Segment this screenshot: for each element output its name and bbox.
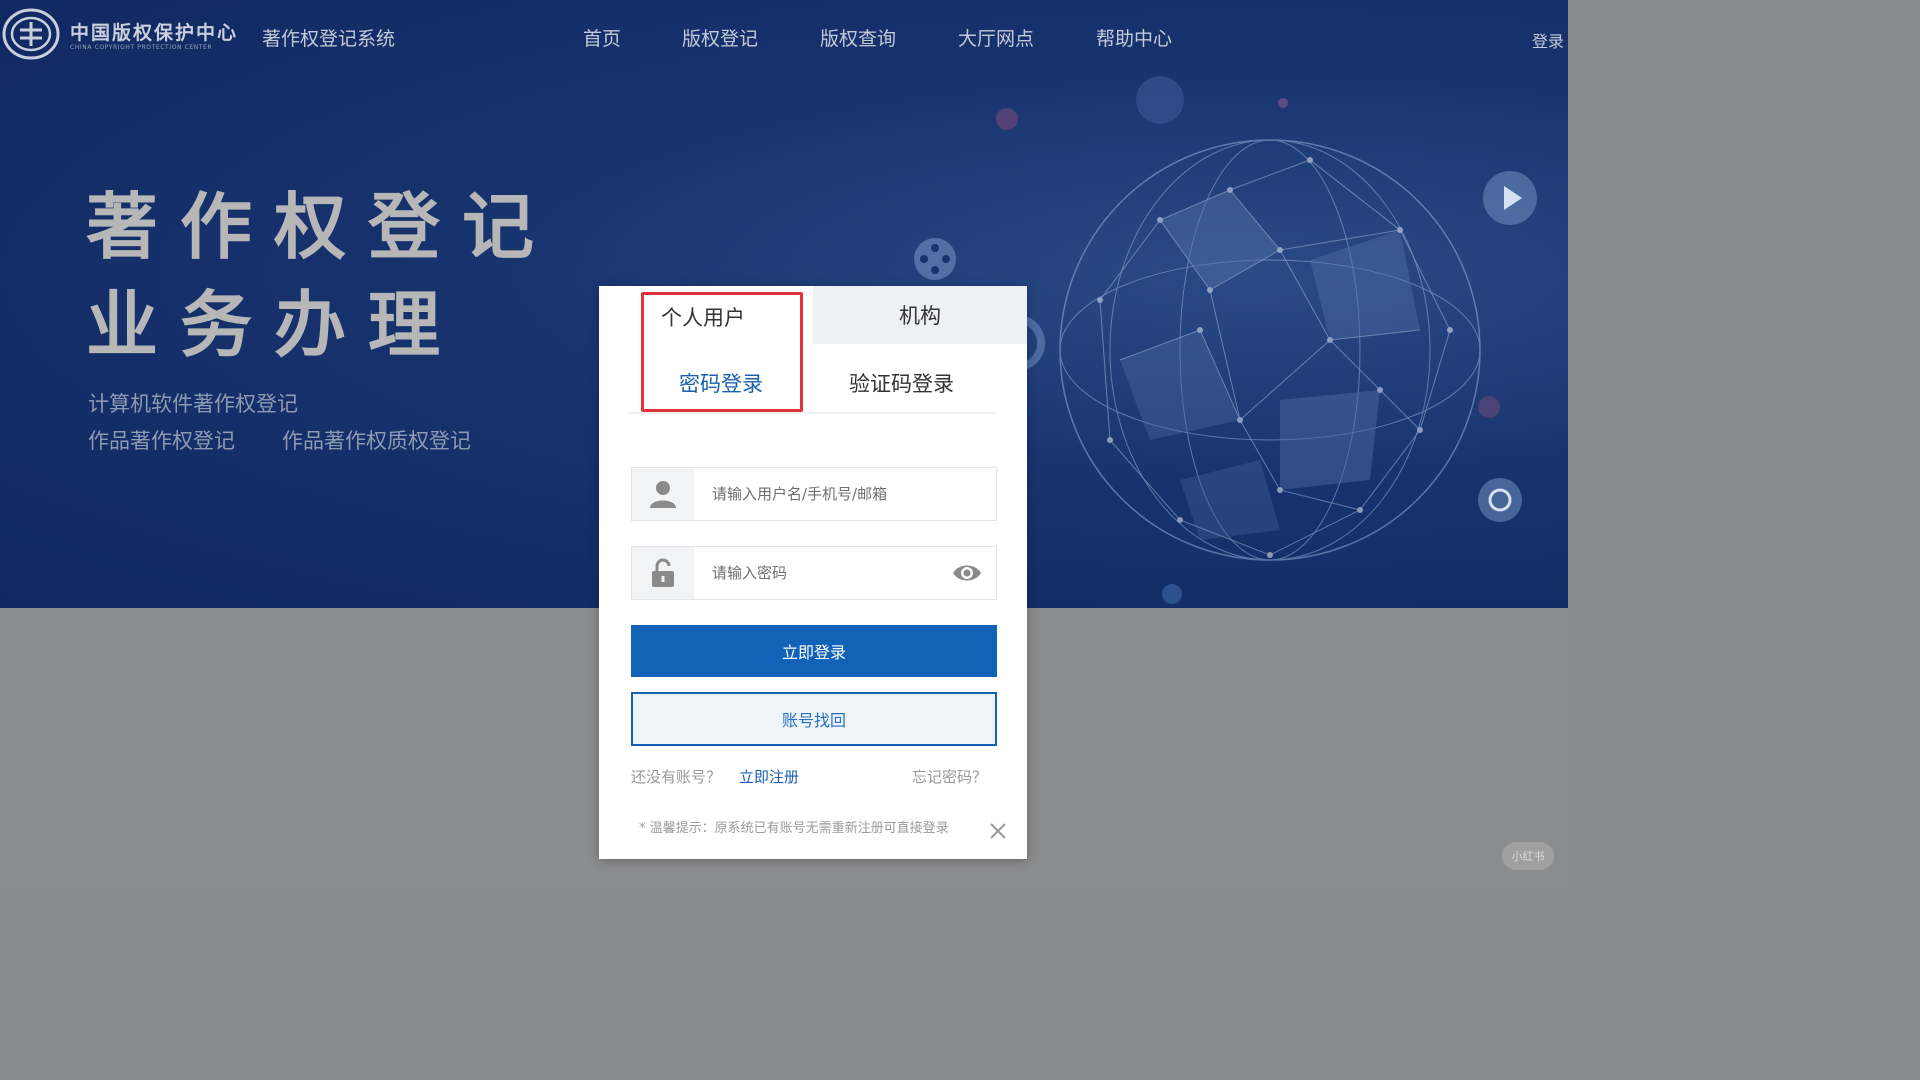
deco-bubble — [996, 108, 1018, 130]
tab-code-login[interactable]: 验证码登录 — [849, 368, 954, 398]
system-name: 著作权登记系统 — [262, 28, 396, 50]
deco-bubble — [1278, 98, 1288, 108]
account-recovery-button[interactable]: 账号找回 — [631, 692, 997, 746]
hero-title-line2: 业务办理 — [86, 283, 463, 367]
nav-home[interactable]: 首页 — [583, 24, 621, 51]
hero-service-pledge: 作品著作权质权登记 — [282, 429, 471, 453]
watermark-badge: 小红书 — [1502, 842, 1554, 870]
password-input[interactable] — [696, 547, 956, 599]
hero-title-line1: 著作权登记 — [86, 185, 557, 269]
close-icon[interactable] — [989, 822, 1007, 840]
tab-organization[interactable]: 机构 — [813, 286, 1027, 344]
header-login-link[interactable]: 登录 — [1532, 28, 1564, 52]
top-navigation: 中国版权保护中心 CHINA COPYRIGHT PROTECTION CENT… — [0, 0, 1568, 72]
globe-network-graphic — [1059, 139, 1481, 561]
login-tip: * 温馨提示：原系统已有账号无需重新注册可直接登录 — [639, 821, 949, 836]
no-account-text: 还没有账号？ — [631, 768, 722, 786]
logo-text: 中国版权保护中心 — [70, 22, 239, 44]
music-disc-icon — [1478, 478, 1522, 522]
logo-subtext: CHINA COPYRIGHT PROTECTION CENTER — [70, 44, 213, 51]
film-reel-icon — [914, 238, 956, 280]
login-card: 个人用户 机构 密码登录 验证码登录 立即登录 账号找回 — [599, 286, 1027, 859]
username-field — [631, 467, 997, 521]
lock-icon — [632, 547, 694, 599]
hero-service-works: 作品著作权登记 — [88, 429, 235, 453]
deco-bubble — [1162, 584, 1182, 604]
copyright-center-logo-icon — [2, 8, 60, 60]
deco-bubble — [1478, 396, 1500, 418]
user-icon — [632, 468, 694, 520]
login-button[interactable]: 立即登录 — [631, 625, 997, 677]
forgot-password-link[interactable]: 忘记密码？ — [912, 766, 987, 787]
deco-bubble — [1136, 76, 1184, 124]
nav-service-halls[interactable]: 大厅网点 — [958, 24, 1034, 51]
hero-service-software: 计算机软件著作权登记 — [88, 392, 298, 416]
annotation-highlight-box — [641, 292, 803, 412]
register-link[interactable]: 立即注册 — [739, 766, 799, 787]
play-icon — [1483, 171, 1537, 225]
show-password-eye-icon[interactable] — [952, 561, 982, 585]
nav-copyright-registration[interactable]: 版权登记 — [682, 24, 758, 51]
nav-copyright-query[interactable]: 版权查询 — [820, 24, 896, 51]
tab-divider — [629, 412, 995, 414]
username-input[interactable] — [696, 468, 956, 520]
nav-help-center[interactable]: 帮助中心 — [1096, 24, 1172, 51]
password-field — [631, 546, 997, 600]
